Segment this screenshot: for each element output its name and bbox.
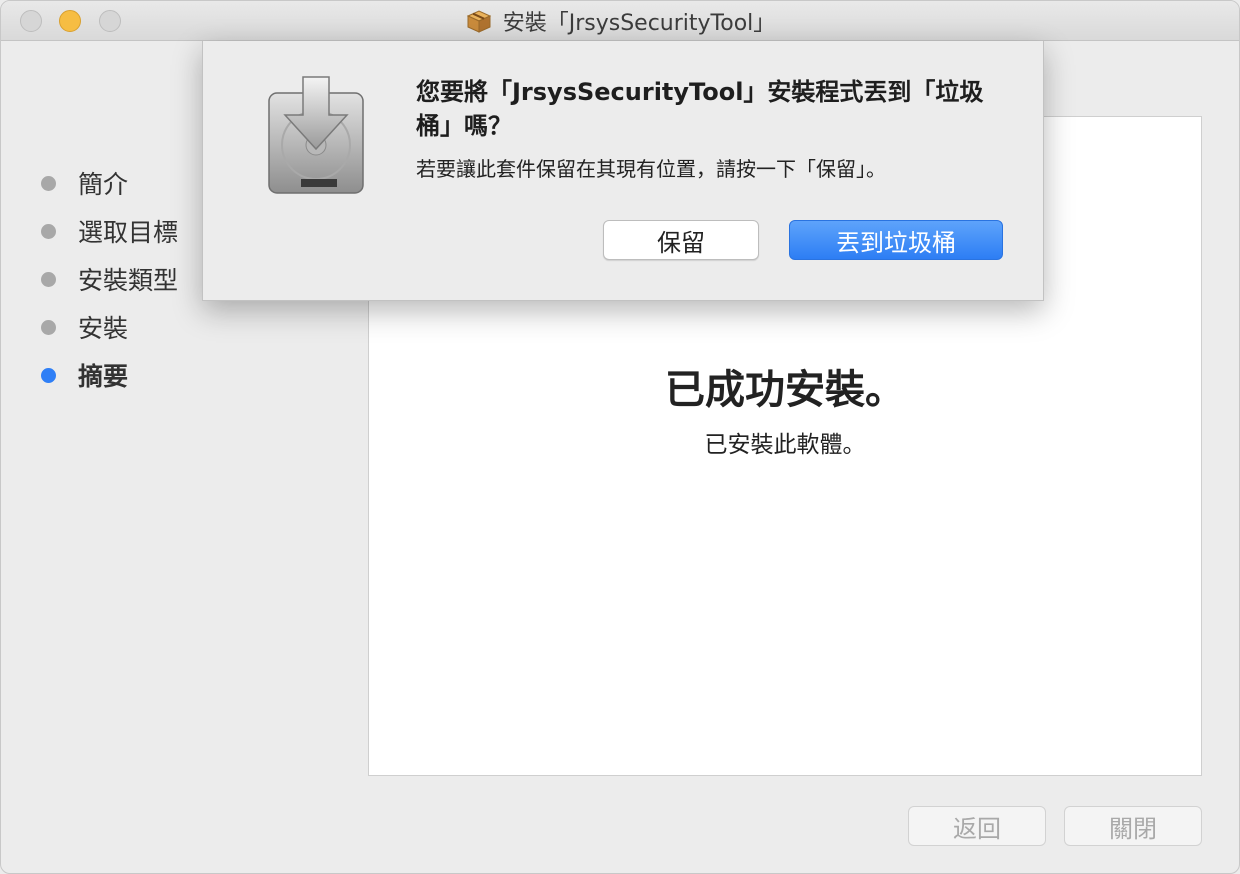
step-install: 安裝 — [41, 303, 178, 351]
dialog-message: 若要讓此套件保留在其現有位置，請按一下「保留」。 — [416, 157, 886, 181]
step-dot — [41, 223, 56, 239]
step-dot — [41, 319, 56, 335]
step-label: 安裝 — [78, 314, 129, 343]
step-summary: 摘要 — [41, 351, 178, 399]
step-label: 選取目標 — [78, 218, 179, 247]
steps-sidebar: 簡介 選取目標 安裝類型 安裝 摘要 — [41, 159, 178, 399]
window-title: 安裝「JrsysSecurityTool」 — [502, 11, 776, 36]
installer-window: 安裝「JrsysSecurityTool」 簡介 選取目標 安裝類型 安裝 摘要… — [0, 0, 1240, 874]
step-intro: 簡介 — [41, 159, 178, 207]
step-label: 安裝類型 — [78, 266, 179, 295]
success-subtitle: 已安裝此軟體。 — [704, 432, 866, 458]
dialog-title: 您要將「JrsysSecurityTool」安裝程式丟到「垃圾桶」嗎？ — [416, 78, 984, 140]
move-to-trash-dialog: 您要將「JrsysSecurityTool」安裝程式丟到「垃圾桶」嗎？ 若要讓此… — [202, 41, 1044, 301]
package-icon — [466, 10, 491, 33]
close-button[interactable]: 關閉 — [1064, 806, 1202, 846]
keep-button[interactable]: 保留 — [603, 220, 759, 260]
move-to-trash-button[interactable]: 丟到垃圾桶 — [789, 220, 1003, 260]
step-install-type: 安裝類型 — [41, 255, 178, 303]
step-dot-active — [41, 367, 56, 383]
disk-download-icon — [268, 76, 364, 194]
step-dot — [41, 271, 56, 287]
window-title-group: 安裝「JrsysSecurityTool」 — [1, 1, 1239, 41]
step-dot — [41, 175, 56, 191]
success-title: 已成功安裝。 — [665, 367, 905, 413]
step-label: 摘要 — [78, 362, 129, 391]
back-button[interactable]: 返回 — [908, 806, 1046, 846]
step-label: 簡介 — [78, 170, 129, 199]
step-destination: 選取目標 — [41, 207, 178, 255]
title-bar[interactable]: 安裝「JrsysSecurityTool」 — [1, 1, 1239, 41]
